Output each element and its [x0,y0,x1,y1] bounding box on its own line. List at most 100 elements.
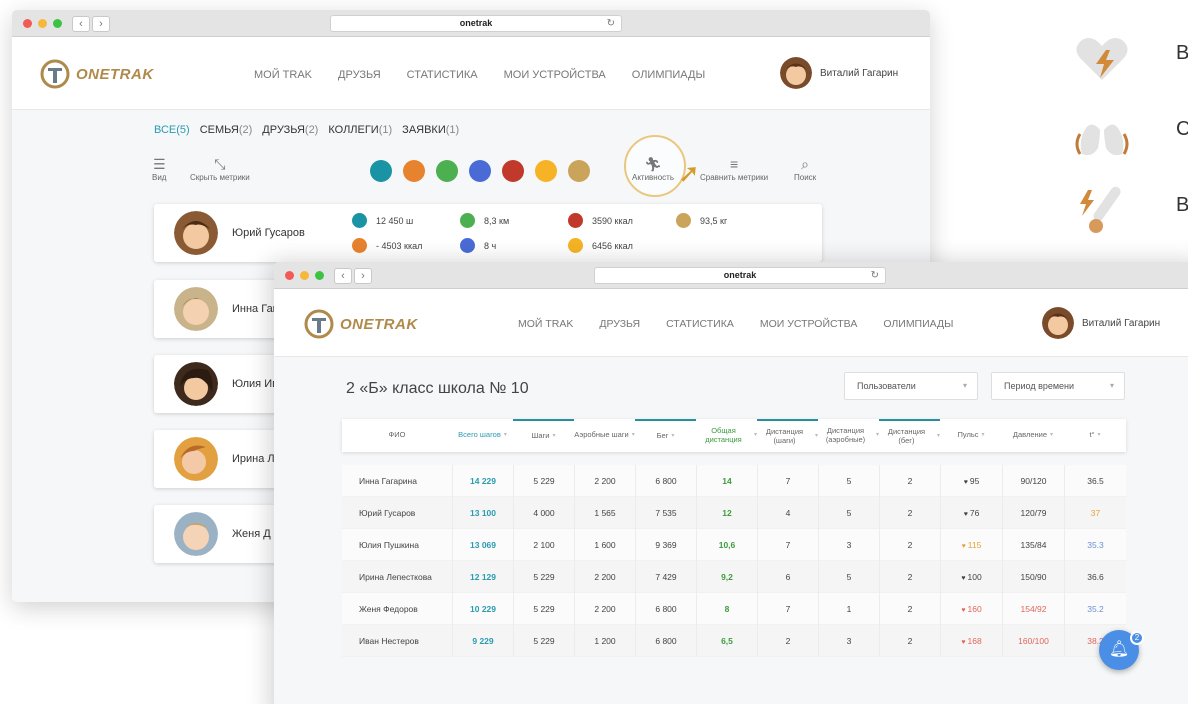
back-arrow-icon[interactable]: ‹ [72,16,90,32]
table-row[interactable]: Юрий Гусаров 13 100 4 000 1 565 7 535 12… [342,497,1126,529]
user-avatar [1042,307,1074,339]
col-distance-steps[interactable]: Дистанция (шаги) ▾ [757,419,818,452]
back-arrow-icon[interactable]: ‹ [334,268,352,284]
user-menu[interactable]: Виталий Гагарин [1042,307,1160,339]
distance-icon [460,213,475,228]
nav-olympiads[interactable]: ОЛИМПИАДЫ [883,318,953,330]
notification-count-badge: 2 [1130,631,1144,645]
food-metric-icon[interactable] [502,160,524,182]
friend-name: Юрий Гусаров [232,227,305,239]
thermometer-icon [1080,186,1121,233]
maximize-window-button[interactable] [315,271,324,280]
url-text: onetrak [723,270,757,280]
distance-metric-icon[interactable] [436,160,458,182]
url-text: onetrak [459,18,493,28]
heart-icon: ♥ [961,639,966,646]
weight-icon [676,213,691,228]
user-avatar [780,57,812,89]
burned-metric-icon[interactable] [535,160,557,182]
lungs-icon [1075,110,1129,156]
calorie-balance-metric-icon[interactable] [403,160,425,182]
feature-label: С [1176,118,1188,140]
friend-card[interactable]: Юрий Гусаров 12 450 ш - 4503 ккал 8,3 км… [154,204,822,262]
filter-requests[interactable]: ЗАЯВКИ(1) [402,124,459,136]
col-aerobic-steps[interactable]: Аэробные шаги ▾ [574,419,635,452]
filter-colleagues[interactable]: КОЛЛЕГИ(1) [328,124,392,136]
nav-my-devices[interactable]: МОИ УСТРОЙСТВА [760,318,858,330]
friend-name: Инна Гаг [232,303,277,315]
table-row[interactable]: Ирина Лепесткова 12 129 5 229 2 200 7 42… [342,561,1126,593]
nav-statistics[interactable]: СТАТИСТИКА [407,69,478,81]
avatar [174,362,218,406]
maximize-window-button[interactable] [53,19,62,28]
friend-filters: ВСЕ(5) СЕМЬЯ(2) ДРУЗЬЯ(2) КОЛЛЕГИ(1) ЗАЯ… [154,124,459,136]
table-row[interactable]: Иван Нестеров 9 229 5 229 1 200 6 800 6,… [342,625,1126,657]
search-icon: ⌕ [801,156,809,172]
users-select[interactable]: Пользователи [844,372,978,400]
compare-metrics-tool[interactable]: ≡ Сравнить метрики [700,155,768,182]
nav-olympiads[interactable]: ОЛИМПИАДЫ [632,69,705,81]
nav-friends[interactable]: ДРУЗЬЯ [338,69,381,81]
onetrak-logo[interactable]: ONETRAK [304,309,418,339]
close-window-button[interactable] [285,271,294,280]
onetrak-logo[interactable]: ONETRAK [40,59,154,89]
compare-bars-icon: ≡ [729,156,739,172]
table-row[interactable]: Женя Федоров 10 229 5 229 2 200 6 800 8 … [342,593,1126,625]
heart-icon: ♥ [961,575,966,582]
minimize-window-button[interactable] [300,271,309,280]
col-steps[interactable]: Шаги ▾ [513,419,574,452]
url-bar[interactable]: onetrak ↻ [594,267,886,284]
heart-icon: ♥ [961,543,966,550]
table-row[interactable]: Юлия Пушкина 13 069 2 100 1 600 9 369 10… [342,529,1126,561]
sleep-metric-icon[interactable] [469,160,491,182]
onetrak-logo-icon [304,309,334,339]
forward-arrow-icon[interactable]: › [354,268,372,284]
site-header: ONETRAK МОЙ TRAK ДРУЗЬЯ СТАТИСТИКА МОИ У… [12,37,930,110]
col-fio[interactable]: ФИО [342,419,452,452]
steps-metric-icon[interactable] [370,160,392,182]
filter-family[interactable]: СЕМЬЯ(2) [200,124,253,136]
col-distance-run[interactable]: Дистанция (бег) ▾ [879,419,940,452]
weight-metric-icon[interactable] [568,160,590,182]
avatar [174,512,218,556]
col-total-distance[interactable]: Общая дистанция ▾ [696,419,757,452]
hide-metrics-tool[interactable]: ⤡ Скрыть метрики [190,155,250,182]
col-temperature[interactable]: t° ▾ [1064,419,1126,452]
close-window-button[interactable] [23,19,32,28]
food-icon [568,213,583,228]
col-run[interactable]: Бег ▾ [635,419,696,452]
heart-icon: ♥ [961,607,966,614]
minimize-window-button[interactable] [38,19,47,28]
user-menu[interactable]: Виталий Гагарин [780,57,898,89]
activity-tool[interactable]: 🏃︎ Активность [632,155,674,182]
period-select[interactable]: Период времени [991,372,1125,400]
reload-icon[interactable]: ↻ [607,16,615,31]
nav-my-devices[interactable]: МОИ УСТРОЙСТВА [504,69,606,81]
nav-my-trak[interactable]: МОЙ TRAK [518,318,573,330]
steps-icon [352,213,367,228]
table-row[interactable]: Инна Гагарина 14 229 5 229 2 200 6 800 1… [342,465,1126,497]
user-name: Виталий Гагарин [820,67,899,79]
nav-friends[interactable]: ДРУЗЬЯ [599,318,640,330]
filter-friends[interactable]: ДРУЗЬЯ(2) [262,124,318,136]
nav-my-trak[interactable]: МОЙ TRAK [254,69,312,81]
forward-arrow-icon[interactable]: › [92,16,110,32]
search-tool[interactable]: ⌕ Поиск [794,155,816,182]
reload-icon[interactable]: ↻ [871,268,879,283]
nav-statistics[interactable]: СТАТИСТИКА [666,318,734,330]
col-pressure[interactable]: Давление ▾ [1002,419,1064,452]
url-bar[interactable]: onetrak ↻ [330,15,622,32]
col-total-steps[interactable]: Всего шагов ▾ [452,419,513,452]
logo-text: ONETRAK [340,315,418,333]
col-pulse[interactable]: Пульс ▾ [940,419,1002,452]
filter-all[interactable]: ВСЕ(5) [154,124,190,136]
calorie-balance-icon [352,238,367,253]
heart-icon: ♥ [963,511,968,518]
collapse-icon: ⤡ [214,156,226,172]
bell-icon: 🔔︎ [1108,641,1130,658]
view-tool[interactable]: ☰ Вид [152,155,166,182]
mouse-cursor-icon: ➚ [678,158,700,188]
col-distance-aerobic[interactable]: Дистанция (аэробные) ▾ [818,419,879,452]
table-body: Инна Гагарина 14 229 5 229 2 200 6 800 1… [342,465,1126,657]
avatar [174,287,218,331]
